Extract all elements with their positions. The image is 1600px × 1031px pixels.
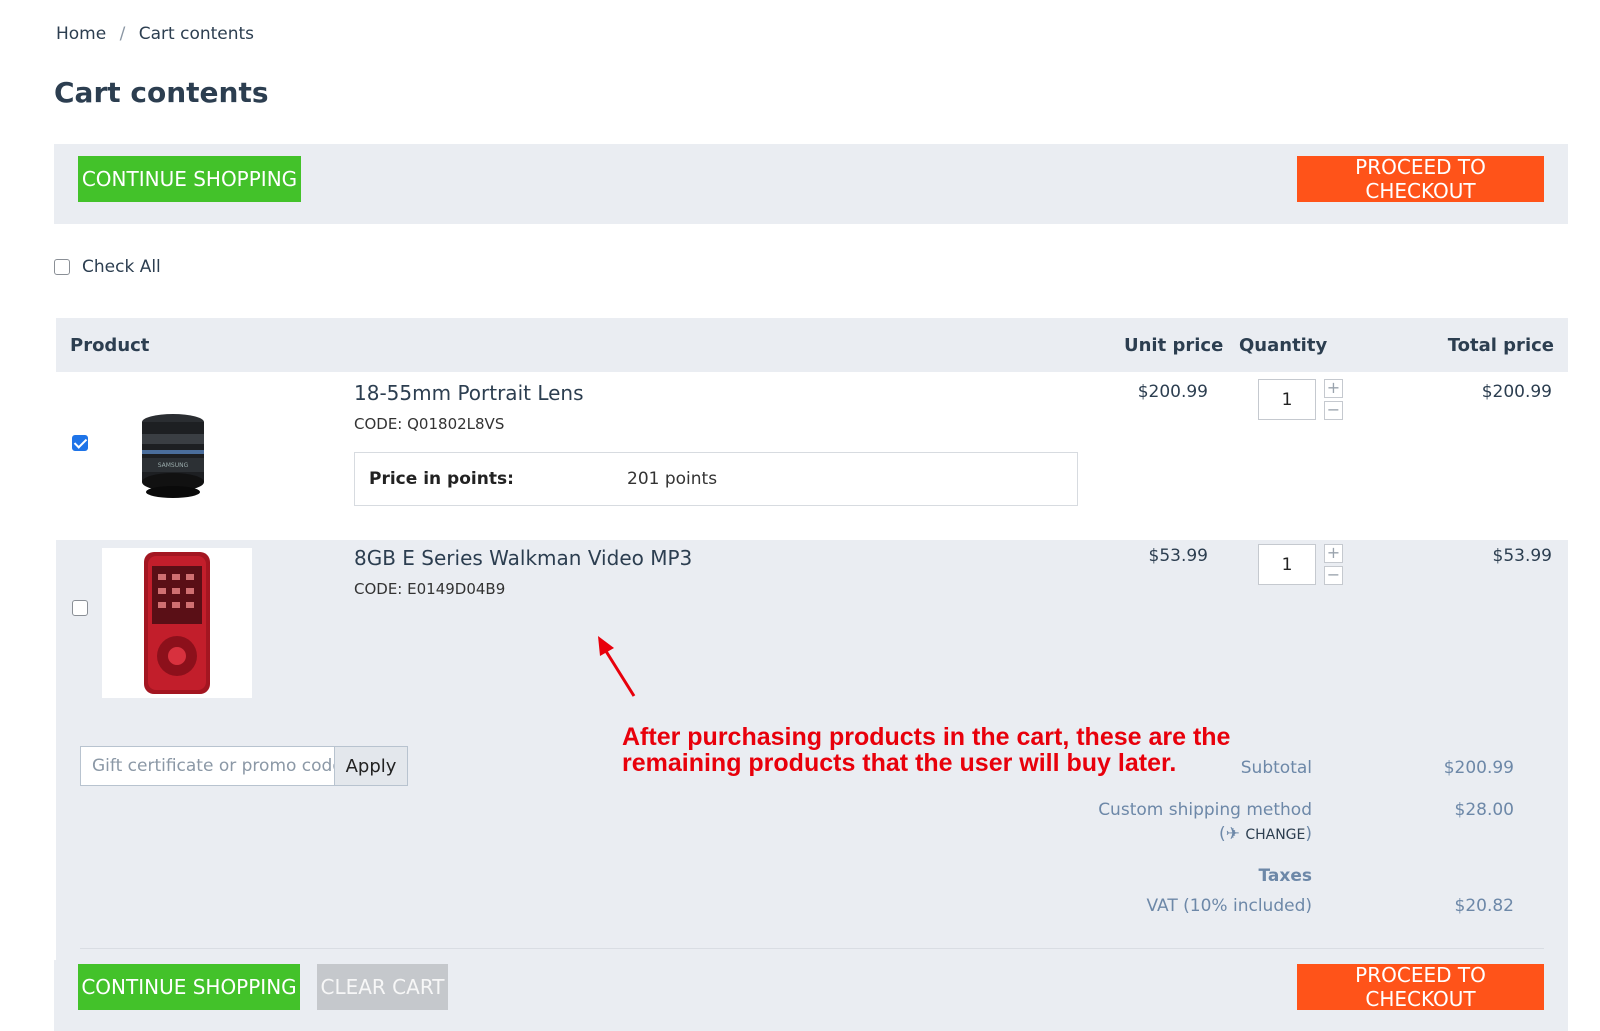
breadcrumb-separator: / [119,24,126,44]
vat-label: VAT (10% included) [1146,896,1312,916]
annotation-arrow-icon [598,636,636,697]
continue-shopping-button[interactable]: CONTINUE SHOPPING [78,964,300,1010]
product-code: CODE: E0149D04B9 [354,580,506,598]
quantity-decrease-button[interactable]: − [1324,566,1343,585]
proceed-to-checkout-button[interactable]: PROCEED TO CHECKOUT [1297,155,1544,203]
shipping-change[interactable]: (✈ CHANGE) [1219,824,1312,844]
price-in-points-value: 201 points [627,469,718,489]
camera-lens-icon[interactable]: SAMSUNG [98,380,248,530]
subtotal-value: $200.99 [1443,758,1514,778]
quantity-increase-button[interactable]: + [1324,379,1343,398]
vat-value: $20.82 [1454,896,1514,916]
summary-divider [80,948,1544,949]
breadcrumb-home-link[interactable]: Home [56,24,106,44]
cart-table-header: Product Unit price Quantity Total price [56,318,1568,372]
promo-code-input[interactable]: Gift certificate or promo code [81,747,334,785]
price-in-points-box: Price in points: 201 points [354,452,1078,506]
annotation-text: After purchasing products in the cart, t… [622,724,1230,776]
product-code: CODE: Q01802L8VS [354,415,505,433]
proceed-to-checkout-button[interactable]: PROCEED TO CHECKOUT [1297,963,1544,1011]
top-action-bar: CONTINUE SHOPPING PROCEED TO CHECKOUT [54,144,1568,224]
page-title: Cart contents [54,76,269,109]
quantity-input[interactable]: 1 [1258,379,1316,420]
quantity-increase-button[interactable]: + [1324,544,1343,563]
header-product: Product [70,335,150,356]
product-name-link[interactable]: 18-55mm Portrait Lens [354,381,584,405]
price-in-points-label: Price in points: [369,469,514,489]
apply-promo-button[interactable]: Apply [334,747,407,785]
subtotal-label: Subtotal [1240,758,1312,778]
breadcrumb: Home / Cart contents [56,24,254,44]
shipping-value: $28.00 [1454,800,1514,820]
product-name-link[interactable]: 8GB E Series Walkman Video MP3 [354,546,692,570]
svg-text:SAMSUNG: SAMSUNG [158,462,189,469]
unit-price: $200.99 [1137,382,1208,402]
clear-cart-button[interactable]: CLEAR CART [317,964,448,1010]
check-all-label: Check All [82,257,161,277]
taxes-label: Taxes [1258,866,1313,886]
quantity-input[interactable]: 1 [1258,544,1316,585]
check-all-checkbox[interactable] [54,259,70,275]
header-unit-price: Unit price [1124,335,1224,356]
plane-icon: ✈ [1225,824,1240,844]
check-all[interactable]: Check All [54,257,161,277]
continue-shopping-button[interactable]: CONTINUE SHOPPING [78,156,301,202]
header-quantity: Quantity [1239,335,1328,356]
row-select-checkbox[interactable] [72,435,88,451]
annotation-line-2: remaining products that the user will bu… [622,749,1177,777]
promo-code-form: Gift certificate or promo code Apply [80,746,408,786]
unit-price: $53.99 [1148,546,1208,566]
total-price: $200.99 [1481,382,1552,402]
shipping-method-label: Custom shipping method [1098,800,1312,820]
table-row: SAMSUNG 18-55mm Portrait Lens CODE: Q018… [56,372,1568,540]
quantity-decrease-button[interactable]: − [1324,401,1343,420]
change-shipping-link[interactable]: CHANGE [1245,827,1305,843]
table-row: 8GB E Series Walkman Video MP3 CODE: E01… [56,540,1568,712]
total-price: $53.99 [1492,546,1552,566]
header-total-price: Total price [1447,335,1554,356]
mp3-player-icon[interactable] [102,548,252,698]
row-select-checkbox[interactable] [72,600,88,616]
bottom-action-bar: CONTINUE SHOPPING CLEAR CART PROCEED TO … [54,960,1568,1031]
annotation-line-1: After purchasing products in the cart, t… [622,723,1231,751]
breadcrumb-current: Cart contents [138,24,255,44]
